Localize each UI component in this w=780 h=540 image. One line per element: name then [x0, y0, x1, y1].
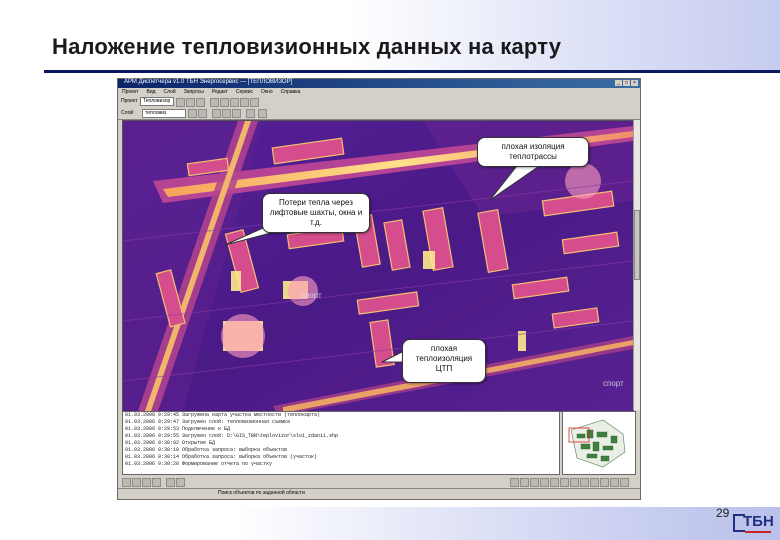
logo-text: ТБН	[743, 513, 774, 530]
callout-heat-loss: Потери тепла через лифтовые шахты, окна …	[262, 193, 370, 233]
callout-tails	[224, 161, 547, 363]
callout-ctp-insulation: плохая теплоизоляция ЦТП	[402, 339, 486, 383]
company-logo: ТБН	[733, 508, 775, 538]
page-number: 29	[716, 506, 730, 520]
callout-pipeline-insulation: плохая изоляция теплотрассы	[477, 137, 589, 167]
logo-underline	[745, 531, 771, 533]
footer-band	[0, 507, 780, 540]
